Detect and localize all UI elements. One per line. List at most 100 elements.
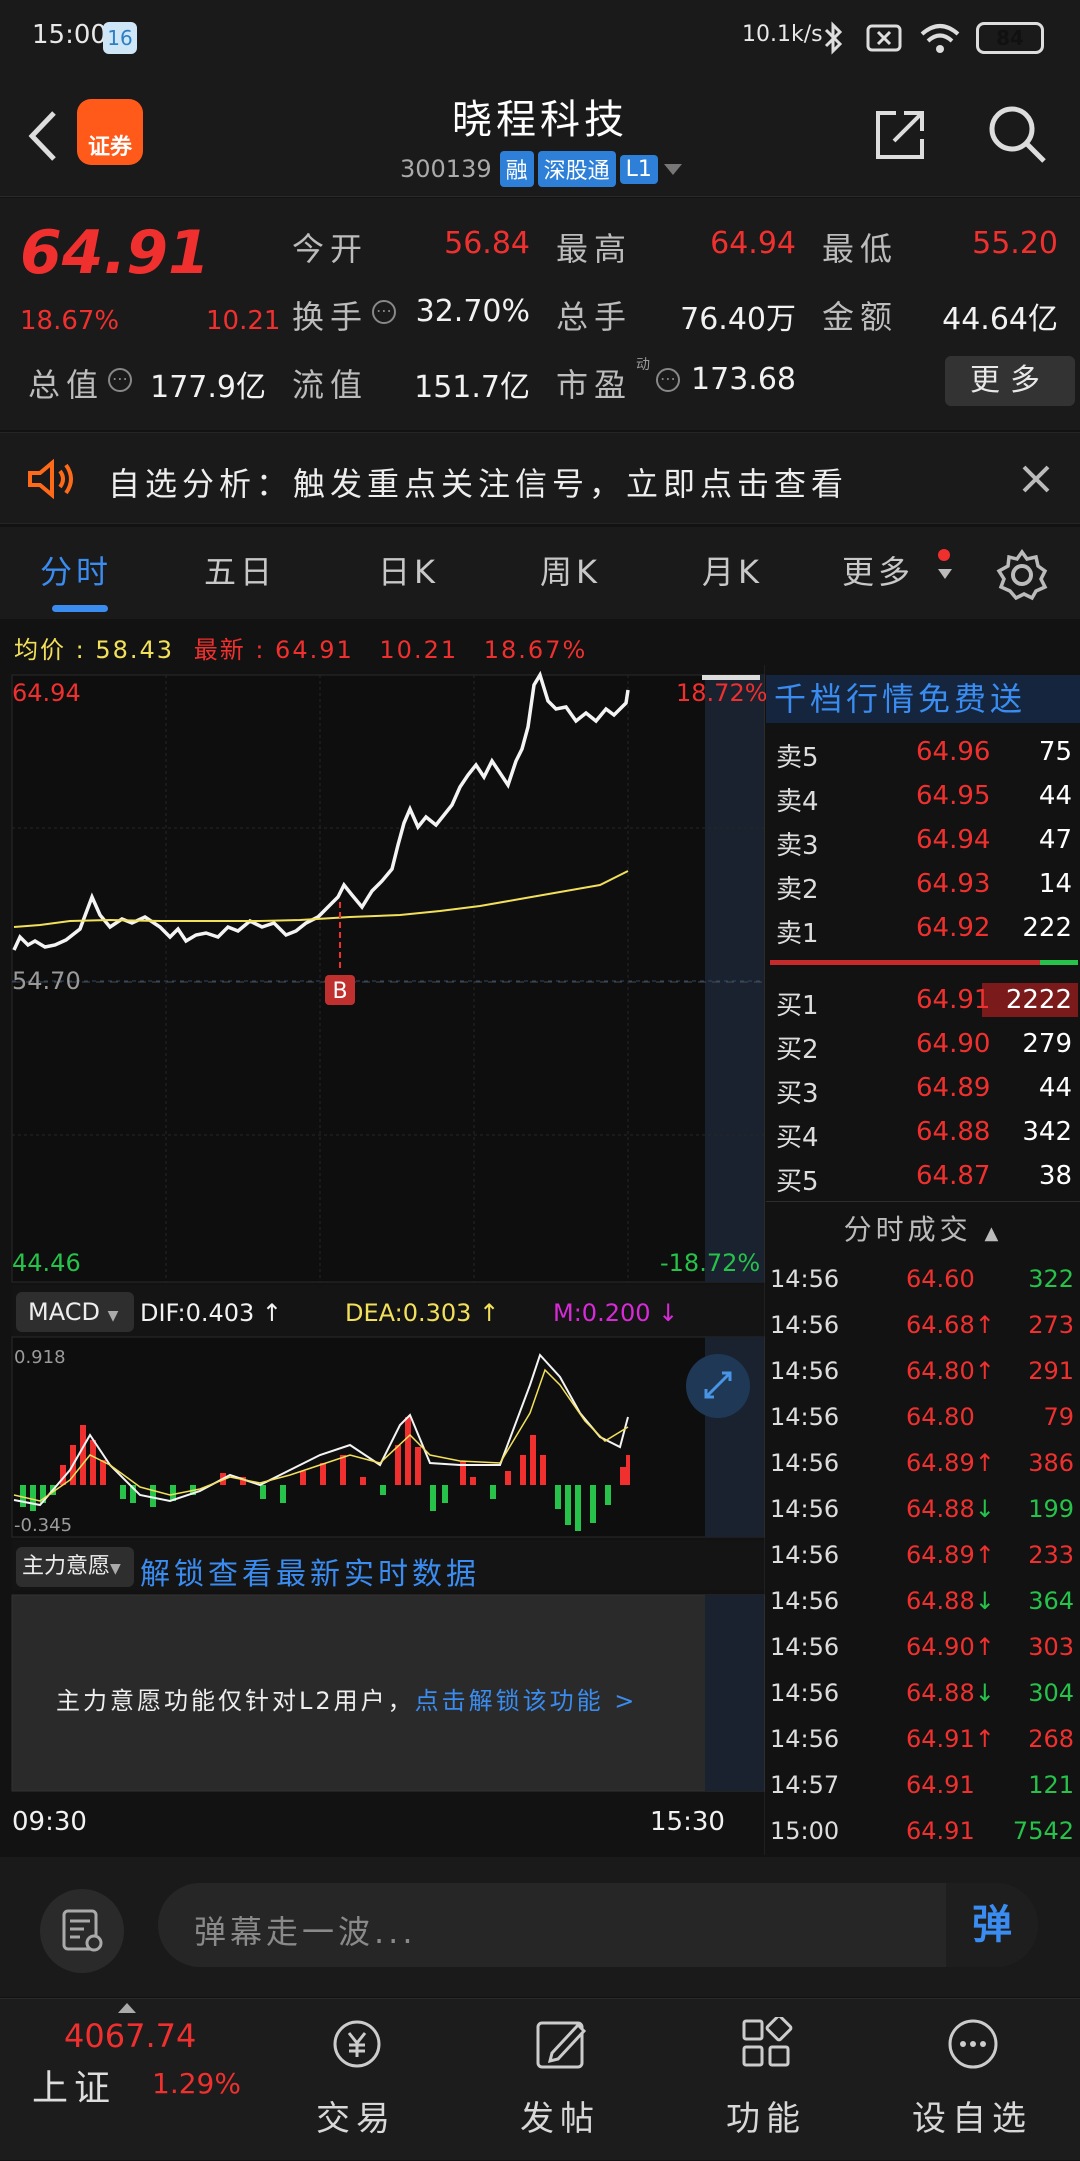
trade-icon (333, 2020, 381, 2068)
index-ticker[interactable]: 4067.74 上证 1.29% (0, 1999, 250, 2161)
avg-value: 58.43 (95, 636, 175, 664)
tick-time: 14:56 (770, 1587, 840, 1615)
bid-ask-ratio-bar (770, 960, 1040, 965)
mcap-label[interactable]: 总值 (28, 360, 104, 406)
tick-price-value: 64.89 (906, 1541, 975, 1569)
turnover-label[interactable]: 换手 (292, 292, 368, 338)
tick-direction: ↑ (974, 1357, 995, 1385)
tab-five-day[interactable]: 五日 (204, 547, 276, 593)
ask-row: 卖5 64.96 75 (766, 729, 1080, 773)
chevron-up-icon (118, 2003, 136, 2013)
ticks-title-text: 分时成交 (843, 1213, 972, 1246)
nav-trade[interactable]: 交易 (256, 1999, 456, 2161)
dea-value: DEA:0.303 (345, 1299, 472, 1327)
bid-price: 64.89 (916, 1073, 991, 1103)
bid-row: 买3 64.89 44 (766, 1065, 1080, 1109)
tab-monthly-k[interactable]: 月K (702, 547, 763, 593)
pe-label[interactable]: 市盈 (556, 360, 632, 406)
tick-row: 14:56 64.80↑ 291 (766, 1347, 1080, 1393)
share-icon[interactable] (872, 105, 930, 163)
dif-value: DIF:0.403 (140, 1299, 255, 1327)
tick-volume: 7542 (1012, 1817, 1074, 1845)
tick-time: 14:56 (770, 1633, 840, 1661)
macd-selector-label: MACD (28, 1298, 100, 1326)
close-icon[interactable] (1020, 463, 1052, 495)
mcap-value: 177.9亿 (150, 370, 266, 405)
buy-marker[interactable]: B (332, 979, 347, 1004)
tick-direction: ↑ (974, 1449, 995, 1477)
nav-add-watchlist[interactable]: 设自选 (872, 1999, 1072, 2161)
tick-row: 14:56 64.91↑ 268 (766, 1715, 1080, 1761)
ask-price: 64.94 (916, 825, 991, 855)
notification-badge: 16 (103, 22, 137, 54)
tick-row: 14:56 64.88↓ 199 (766, 1485, 1080, 1531)
more-button[interactable]: 更多 (945, 356, 1075, 406)
stock-code-row[interactable]: 300139 融 深股通 L1 (400, 151, 684, 187)
tab-weekly-k[interactable]: 周K (540, 547, 601, 593)
tick-time: 15:00 (770, 1817, 840, 1845)
m-value: M:0.200 (553, 1299, 651, 1327)
pe-dynamic-mark: 动 (636, 357, 650, 373)
ask-label: 卖5 (776, 743, 819, 773)
stock-header: 证券 晓程科技 300139 融 深股通 L1 (0, 75, 1080, 197)
tick-price-value: 64.91 (906, 1771, 975, 1799)
bid-row: 买5 64.87 38 (766, 1153, 1080, 1197)
index-pct: 1.29% (152, 2067, 241, 2100)
last-price: 64.91 (20, 218, 210, 288)
nav-add-watchlist-label: 设自选 (912, 2099, 1032, 2139)
info-icon[interactable]: ⋯ (372, 300, 396, 324)
nav-trade-label: 交易 (316, 2099, 396, 2139)
tab-intraday[interactable]: 分时 (40, 547, 112, 593)
nav-post-label: 发帖 (520, 2099, 600, 2139)
tick-row: 14:56 64.88↓ 364 (766, 1577, 1080, 1623)
bid-price: 64.91 (916, 985, 991, 1015)
wifi-icon (920, 24, 960, 53)
info-icon[interactable]: ⋯ (656, 368, 680, 392)
chart-canvas: B (11, 665, 765, 1855)
unlock-feature-link[interactable]: 点击解锁该功能 > (415, 1687, 638, 1715)
search-icon[interactable] (986, 103, 1048, 165)
change-percent: 18.67% (20, 306, 120, 336)
chart-min-price: 44.46 (12, 1249, 81, 1277)
tab-daily-k[interactable]: 日K (378, 547, 439, 593)
intraday-chart[interactable]: B 64.94 18.72% 54.70 44.46 -18.72% MACD … (0, 665, 768, 1855)
ticks-title[interactable]: 分时成交 ▲ (766, 1205, 1080, 1259)
avg-label: 均价 (14, 636, 66, 664)
high-label: 最高 (556, 230, 633, 268)
avg-price-info: 均价 : 58.43 最新 : 64.91 10.21 18.67% (14, 636, 588, 664)
tab-more[interactable]: 更多 (842, 547, 914, 593)
bid-label: 买2 (776, 1035, 819, 1065)
info-icon[interactable]: ⋯ (108, 368, 132, 392)
bid-ask-ratio-bar-ask (1040, 960, 1078, 965)
tick-volume: 386 (1028, 1449, 1074, 1477)
tick-row: 14:56 64.88↓ 304 (766, 1669, 1080, 1715)
l2-notice-text: 主力意愿功能仅针对L2用户， (56, 1687, 415, 1715)
order-book-promo[interactable]: 千档行情免费送 (766, 675, 1080, 723)
nav-functions[interactable]: 功能 (666, 1999, 866, 2161)
ask-label: 卖2 (776, 875, 819, 905)
analysis-banner[interactable]: 自选分析：触发重点关注信号，立即点击查看 (0, 432, 1080, 524)
comment-input[interactable]: 弹幕走一波... 弹 (158, 1883, 1038, 1967)
comment-settings-button[interactable] (40, 1889, 124, 1973)
send-comment-button[interactable]: 弹 (946, 1883, 1038, 1967)
amount-label: 金额 (822, 298, 899, 336)
open-value: 56.84 (444, 226, 530, 261)
tick-price-value: 64.91 (906, 1725, 975, 1753)
tick-volume: 304 (1028, 1679, 1074, 1707)
order-book: 千档行情免费送 卖5 64.96 75 卖4 64.95 44 卖3 64.94 47 卖2… (766, 675, 1080, 1855)
gear-icon[interactable] (996, 549, 1048, 601)
unlock-data-link[interactable]: 解锁查看最新实时数据 (140, 1549, 480, 1593)
tick-row: 14:57 64.91 121 (766, 1761, 1080, 1807)
tick-price-value: 64.89 (906, 1449, 975, 1477)
ask-price: 64.92 (916, 913, 991, 943)
comment-settings-icon (62, 1909, 103, 1952)
post-icon (536, 2021, 587, 2069)
tick-volume: 268 (1028, 1725, 1074, 1753)
tick-time: 14:56 (770, 1449, 840, 1477)
bid-volume: 2222 (1005, 985, 1072, 1015)
ask-label: 卖1 (776, 919, 819, 949)
tick-price: 64.60 (906, 1265, 975, 1293)
macd-selector[interactable]: MACD ▼ (16, 1292, 134, 1332)
nav-post[interactable]: 发帖 (460, 1999, 660, 2161)
main-force-selector[interactable]: 主力意愿▼ (16, 1547, 134, 1587)
